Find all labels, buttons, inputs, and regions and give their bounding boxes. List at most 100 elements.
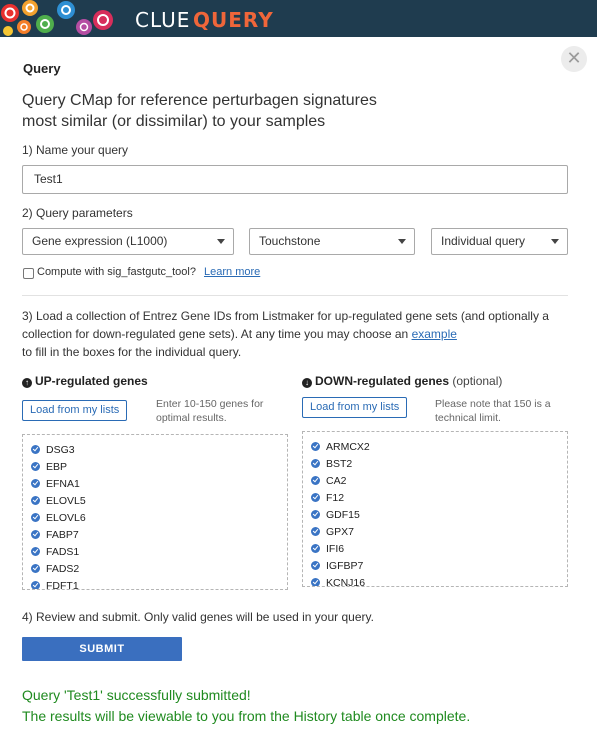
down-hint: Please note that 150 is a technical limi… [435, 398, 551, 424]
fastgutc-label: Compute with sig_fastgutc_tool? [37, 266, 196, 278]
gene-symbol: FADS2 [46, 562, 80, 575]
gene-item[interactable]: FABP7 [23, 526, 287, 543]
gene-item[interactable]: FADS1 [23, 543, 287, 560]
gene-item[interactable]: GDF15 [303, 506, 567, 523]
query-mode-value: Individual query [441, 234, 526, 248]
query-mode-select[interactable]: Individual query [431, 228, 568, 255]
divider [22, 295, 568, 296]
data-type-value: Gene expression (L1000) [32, 234, 168, 248]
check-circle-icon[interactable] [311, 493, 320, 502]
down-title-text: DOWN-regulated genes [315, 374, 450, 388]
gene-symbol: FDFT1 [46, 579, 79, 590]
caret-down-icon [551, 239, 559, 244]
dataset-select[interactable]: Touchstone [249, 228, 415, 255]
check-circle-icon[interactable] [311, 544, 320, 553]
check-circle-icon[interactable] [31, 445, 40, 454]
gene-symbol: IGFBP7 [326, 559, 364, 572]
check-circle-icon[interactable] [311, 459, 320, 468]
check-circle-icon[interactable] [31, 462, 40, 471]
status-line1: Query 'Test1' successfully submitted! [22, 687, 251, 703]
up-load-lists-button[interactable]: Load from my lists [22, 400, 128, 421]
down-genes-list[interactable]: ARMCX2 BST2 CA2 F12 GDF15 GPX7 IFI6 IGFBP7 KCNJ1… [302, 431, 568, 587]
fastgutc-checkbox[interactable] [23, 268, 34, 279]
arrow-up-circle-icon: ↑ [22, 378, 32, 388]
check-circle-icon[interactable] [311, 527, 320, 536]
check-circle-icon[interactable] [311, 510, 320, 519]
gene-item[interactable]: KCNJ16 [303, 574, 567, 587]
up-genes-title: ↑ UP-regulated genes [22, 374, 148, 388]
down-optional: (optional) [452, 374, 503, 388]
down-load-lists-button[interactable]: Load from my lists [302, 397, 408, 418]
check-circle-icon[interactable] [311, 578, 320, 586]
check-circle-icon[interactable] [31, 547, 40, 556]
headline-line1: Query CMap for reference perturbagen sig… [22, 92, 377, 109]
gene-item[interactable]: FADS2 [23, 560, 287, 577]
step3-text-after: to fill in the boxes for the individual … [22, 345, 242, 359]
close-icon[interactable]: ✕ [561, 46, 587, 72]
up-hint: Enter 10-150 genes for optimal results. [156, 398, 264, 424]
check-circle-icon[interactable] [31, 496, 40, 505]
gene-item[interactable]: ELOVL6 [23, 509, 287, 526]
query-name-input[interactable]: Test1 [22, 165, 568, 194]
learn-more-link[interactable]: Learn more [204, 266, 260, 278]
headline: Query CMap for reference perturbagen sig… [22, 90, 442, 132]
step1-label: 1) Name your query [22, 143, 129, 157]
up-genes-list[interactable]: DSG3 EBP EFNA1 ELOVL5 ELOVL6 FABP7 FADS1 FADS2 F… [22, 434, 288, 590]
check-circle-icon[interactable] [311, 442, 320, 451]
gene-symbol: GDF15 [326, 508, 360, 521]
headline-line2: most similar (or dissimilar) to your sam… [22, 113, 326, 130]
check-circle-icon[interactable] [31, 581, 40, 589]
gene-item[interactable]: IFI6 [303, 540, 567, 557]
check-circle-icon[interactable] [31, 530, 40, 539]
panel-title: Query [23, 61, 61, 76]
step3-text: 3) Load a collection of Entrez Gene IDs … [22, 309, 549, 341]
gene-symbol: DSG3 [46, 443, 75, 456]
gene-item[interactable]: GPX7 [303, 523, 567, 540]
check-circle-icon[interactable] [311, 476, 320, 485]
gene-item[interactable]: IGFBP7 [303, 557, 567, 574]
submission-status: Query 'Test1' successfully submitted! Th… [22, 685, 470, 727]
gene-item[interactable]: EFNA1 [23, 475, 287, 492]
gene-symbol: FADS1 [46, 545, 80, 558]
gene-symbol: GPX7 [326, 525, 355, 538]
check-circle-icon[interactable] [31, 479, 40, 488]
example-link[interactable]: example [412, 327, 457, 341]
up-title-text: UP-regulated genes [35, 374, 148, 388]
brand-clue: CLUE [135, 8, 191, 32]
gene-item[interactable]: ARMCX2 [303, 438, 567, 455]
arrow-down-circle-icon: ↓ [302, 378, 312, 388]
gene-item[interactable]: FDFT1 [23, 577, 287, 590]
gene-symbol: CA2 [326, 474, 347, 487]
dataset-value: Touchstone [259, 234, 321, 248]
gene-item[interactable]: CA2 [303, 472, 567, 489]
gene-item[interactable]: F12 [303, 489, 567, 506]
check-circle-icon[interactable] [31, 564, 40, 573]
gene-item[interactable]: EBP [23, 458, 287, 475]
check-circle-icon[interactable] [311, 561, 320, 570]
gene-symbol: IFI6 [326, 542, 345, 555]
gene-symbol: EFNA1 [46, 477, 80, 490]
gene-symbol: ELOVL6 [46, 511, 86, 524]
down-genes-title: ↓ DOWN-regulated genes (optional) [302, 374, 502, 388]
step3-instructions: 3) Load a collection of Entrez Gene IDs … [22, 307, 562, 361]
status-line2: The results will be viewable to you from… [22, 708, 471, 724]
gene-symbol: ELOVL5 [46, 494, 86, 507]
top-bar: CLUE QUERY [0, 0, 597, 37]
gene-symbol: F12 [326, 491, 345, 504]
submit-button[interactable]: SUBMIT [22, 637, 182, 661]
gene-symbol: FABP7 [46, 528, 79, 541]
caret-down-icon [217, 239, 225, 244]
gene-symbol: ARMCX2 [326, 440, 370, 453]
gene-item[interactable]: ELOVL5 [23, 492, 287, 509]
gene-item[interactable]: BST2 [303, 455, 567, 472]
gene-item[interactable]: DSG3 [23, 441, 287, 458]
data-type-select[interactable]: Gene expression (L1000) [22, 228, 234, 255]
step2-label: 2) Query parameters [22, 206, 133, 220]
gene-symbol: KCNJ16 [326, 576, 366, 587]
gene-symbol: BST2 [326, 457, 353, 470]
caret-down-icon [398, 239, 406, 244]
step4-label: 4) Review and submit. Only valid genes w… [22, 610, 374, 624]
clue-logo-icon[interactable] [0, 0, 125, 37]
brand-query: QUERY [193, 8, 274, 32]
check-circle-icon[interactable] [31, 513, 40, 522]
